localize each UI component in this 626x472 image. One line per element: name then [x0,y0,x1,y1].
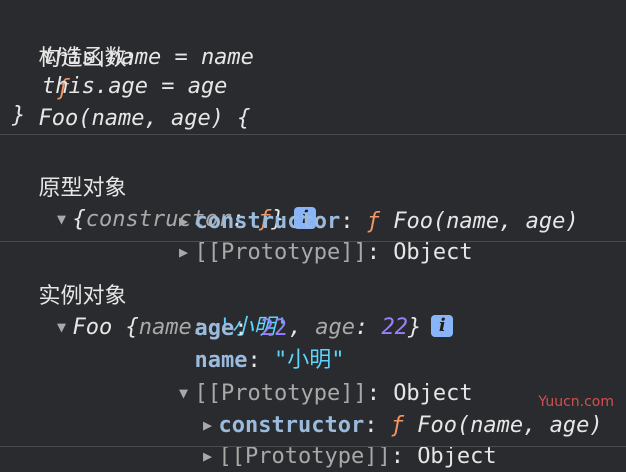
watermark: Yuucn.com [538,394,614,410]
constructor-body-line-1: this.name = name [42,45,254,70]
constructor-entry: 构造函数: ƒ Foo(name, age) { [12,14,251,131]
brace-open: { [72,207,86,232]
property-key: [[Prototype]] [218,444,391,469]
divider [0,446,626,447]
nested-proto-row[interactable]: ▶ [[Prototype]]: Object [170,411,497,469]
expand-arrow-icon[interactable]: ▼ [51,204,73,234]
colon: : [354,315,382,340]
constructor-closing-brace: } [12,103,26,128]
brace-close: } [407,315,422,340]
brace-open: { [112,315,139,340]
prototype-proto-row[interactable]: ▶ [[Prototype]]: Object [146,207,473,265]
divider [0,241,626,242]
instance-label: 实例对象 [38,284,127,309]
object-name: Foo [72,315,113,340]
prototype-summary-row[interactable]: 原型对象 ▼ {constructor: ƒ} i [12,144,317,232]
constructor-signature: Foo(name, age) { [38,106,251,131]
expand-arrow-icon[interactable]: ▼ [51,312,73,342]
summary-value: 22 [381,315,408,340]
instance-age-row: age: 22 [168,284,288,341]
prototype-label: 原型对象 [38,176,127,201]
instance-summary-row[interactable]: 实例对象 ▼ Foo {name: '小明', age: 22} i [12,252,454,340]
property-value: Object [417,444,497,469]
divider [0,134,626,135]
prototype-constructor-row[interactable]: ▶ constructor: ƒ Foo(name, age) [146,176,579,234]
info-icon[interactable]: i [431,315,454,337]
instance-name-row: name: "小明" [168,316,345,373]
constructor-body-line-2: this.age = age [42,74,228,99]
instance-proto-row[interactable]: ▼ [[Prototype]]: Object [146,348,473,406]
colon: : [390,444,418,469]
